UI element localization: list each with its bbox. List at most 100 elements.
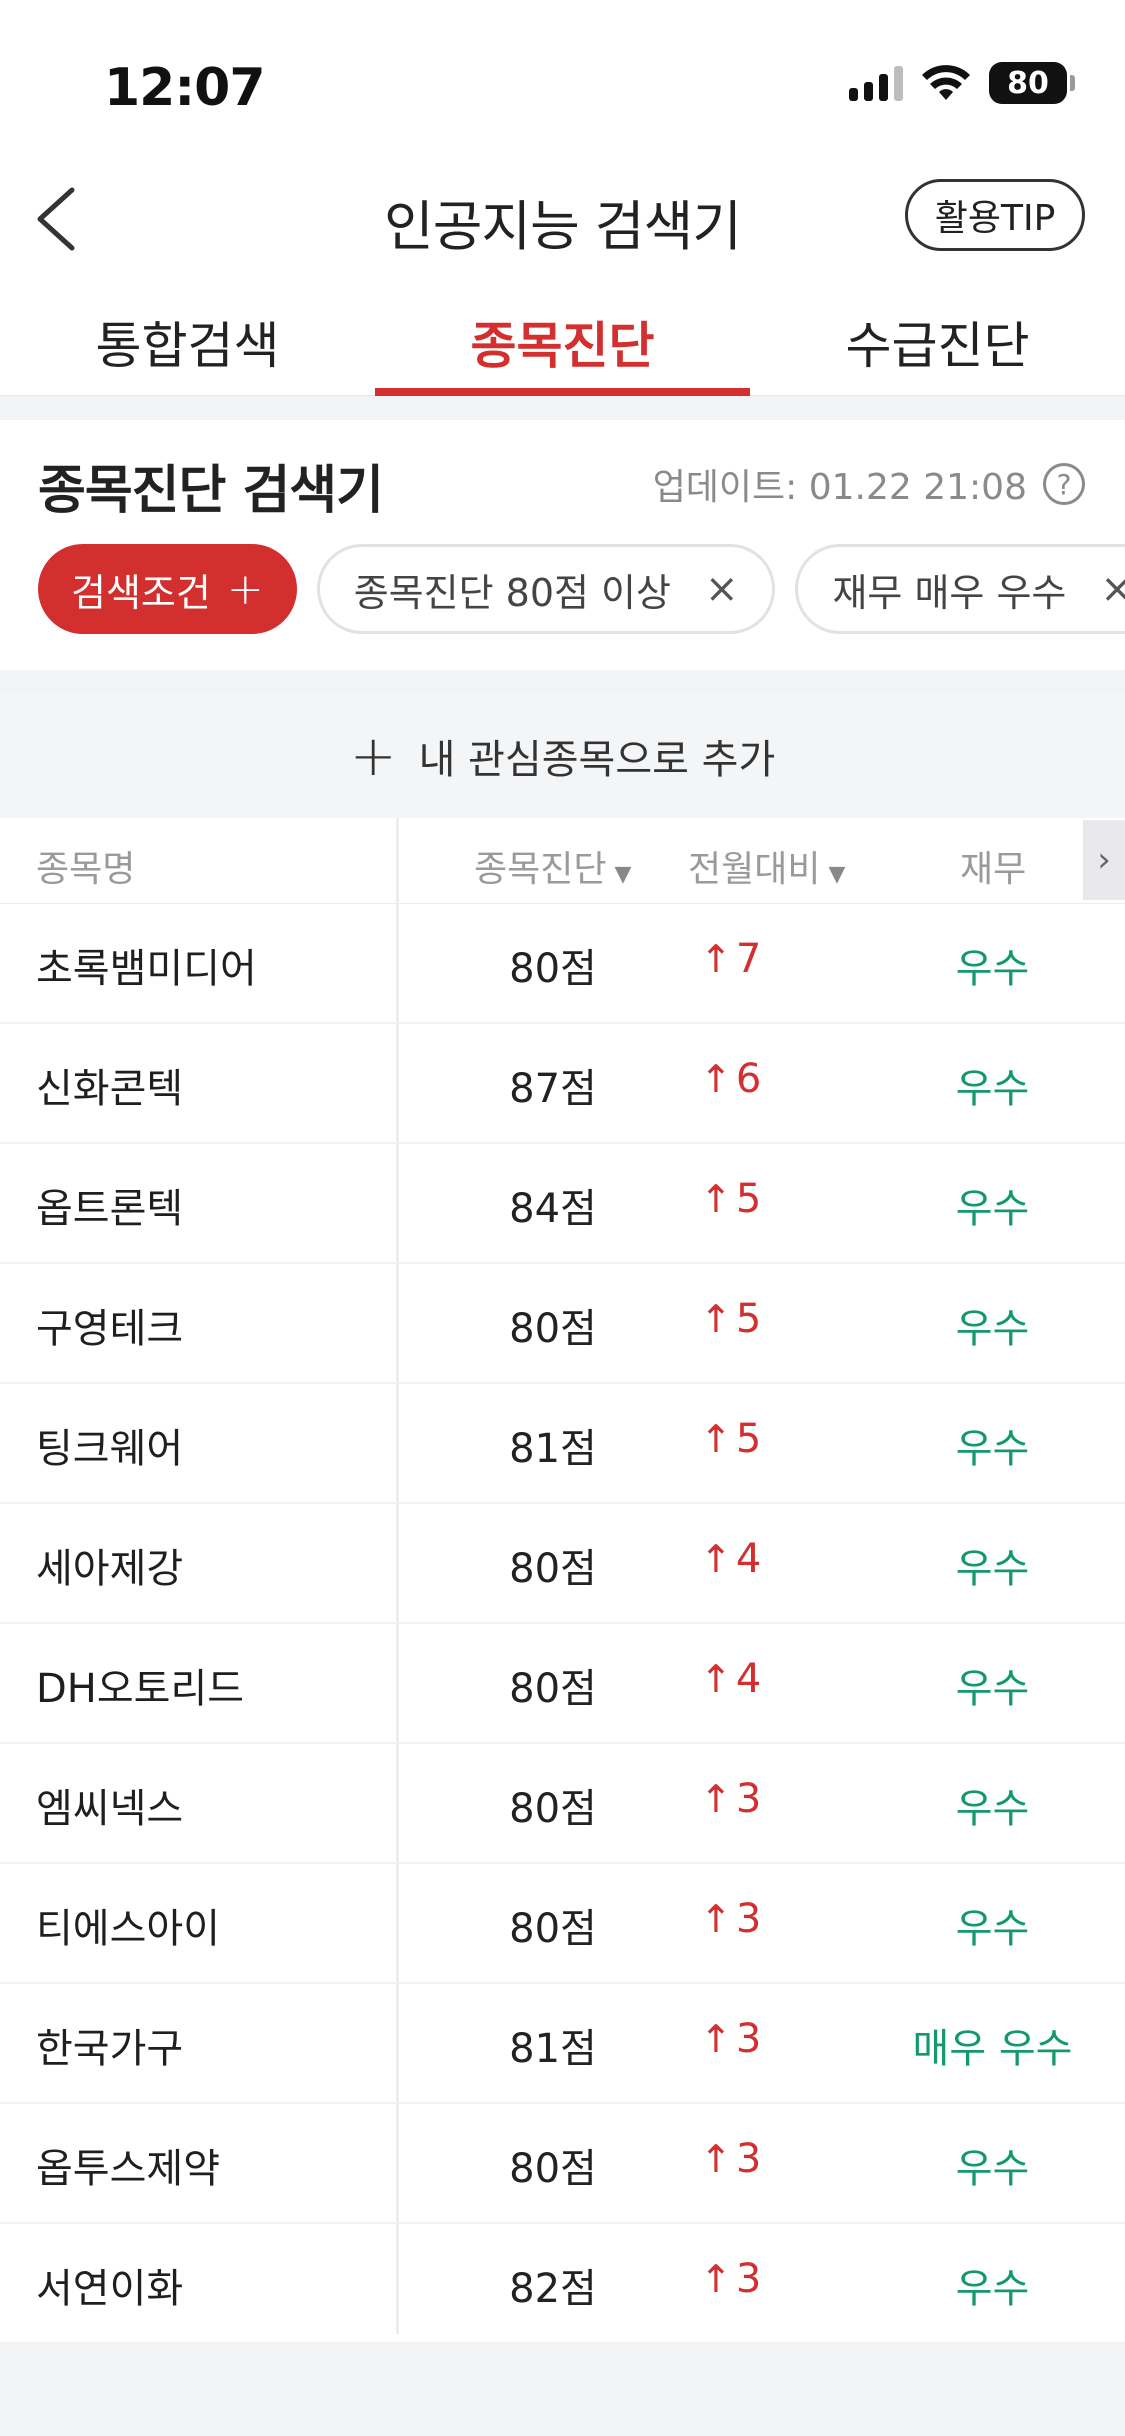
finance-rating: 우수 [955, 1306, 1030, 1352]
finance-rating: 우수 [955, 2266, 1030, 2312]
diagnosis-score: 81점 [509, 2026, 597, 2072]
finance-rating: 매우 우수 [912, 2026, 1073, 2072]
stock-name: 서연이화 [36, 2266, 184, 2312]
finance-rating: 우수 [955, 1546, 1030, 1592]
stock-name: 엠씨넥스 [36, 1786, 184, 1832]
active-tab-indicator [375, 388, 750, 396]
arrow-up-icon: ↑ [700, 2257, 732, 2301]
table-row[interactable]: 팅크웨어 81점 ↑ 5 우수 [0, 1384, 1125, 1504]
monthly-change-value: 3 [735, 2256, 762, 2302]
table-row[interactable]: 구영테크 80점 ↑ 5 우수 [0, 1264, 1125, 1384]
stock-name: 한국가구 [36, 2026, 184, 2072]
arrow-up-icon: ↑ [700, 1057, 732, 1101]
stock-name: 초록뱀미디어 [36, 946, 257, 992]
finance-rating: 우수 [955, 1426, 1030, 1472]
battery-level: 80 [1007, 65, 1049, 101]
arrow-up-icon: ↑ [700, 1177, 732, 1221]
finance-rating: 우수 [955, 1186, 1030, 1232]
monthly-change: ↑ 5 [700, 1296, 761, 1342]
filter-chip-finance[interactable]: 재무 매우 우수 × [795, 544, 1125, 634]
diagnosis-score: 81점 [509, 1426, 597, 1472]
table-row[interactable]: 초록뱀미디어 80점 ↑ 7 우수 [0, 904, 1125, 1024]
monthly-change: ↑ 3 [700, 1896, 761, 1942]
arrow-up-icon: ↑ [700, 2137, 732, 2181]
add-to-watchlist-button[interactable]: + 내 관심종목으로 추가 [0, 694, 1125, 818]
table-row[interactable]: DH오토리드 80점 ↑ 4 우수 [0, 1624, 1125, 1744]
stock-name: DH오토리드 [36, 1666, 245, 1712]
diagnosis-score: 80점 [509, 1666, 597, 1712]
table-row[interactable]: 옵트론텍 84점 ↑ 5 우수 [0, 1144, 1125, 1264]
finance-rating: 우수 [955, 1666, 1030, 1712]
finance-rating: 우수 [955, 1906, 1030, 1952]
arrow-up-icon: ↑ [700, 1777, 732, 1821]
filter-chips: 검색조건 + 종목진단 80점 이상 × 재무 매우 우수 × [38, 544, 1125, 634]
search-panel: 종목진단 검색기 업데이트: 01.22 21:08 ? 검색조건 + 종목진단… [0, 420, 1125, 670]
chip-label: 재무 매우 우수 [832, 570, 1067, 615]
chip-label: 검색조건 [71, 570, 211, 615]
diagnosis-score: 84점 [509, 1186, 597, 1232]
tab-integrated-search[interactable]: 통합검색 [0, 306, 375, 378]
monthly-change-value: 5 [735, 1176, 762, 1222]
finance-rating: 우수 [955, 2146, 1030, 2192]
monthly-change: ↑ 3 [700, 2016, 761, 2062]
diagnosis-score: 80점 [509, 946, 597, 992]
sort-down-icon: ▼ [828, 862, 846, 887]
monthly-change-value: 3 [735, 2136, 762, 2182]
table-body: 초록뱀미디어 80점 ↑ 7 우수 신화콘텍 87점 ↑ 6 우수 옵트론텍 84점 ↑ 5 우수 구영테크 8… [0, 904, 1125, 2344]
tab-supply-diagnosis[interactable]: 수급진단 [750, 306, 1125, 378]
header-change-label: 전월대비 [688, 849, 821, 890]
stock-name: 구영테크 [36, 1306, 184, 1352]
table-row[interactable]: 신화콘텍 87점 ↑ 6 우수 [0, 1024, 1125, 1144]
cellular-signal-icon [849, 65, 903, 101]
add-watchlist-label: 내 관심종목으로 추가 [418, 737, 776, 783]
diagnosis-score: 80점 [509, 2146, 597, 2192]
plus-icon: + [226, 563, 264, 615]
close-icon[interactable]: × [1100, 566, 1125, 612]
table-row[interactable]: 세아제강 80점 ↑ 4 우수 [0, 1504, 1125, 1624]
monthly-change-value: 5 [735, 1416, 762, 1462]
diagnosis-score: 80점 [509, 1546, 597, 1592]
header-name: 종목명 [36, 849, 136, 890]
diagnosis-score: 82점 [509, 2266, 597, 2312]
table-row[interactable]: 옵투스제약 80점 ↑ 3 우수 [0, 2104, 1125, 2224]
stock-name: 신화콘텍 [36, 1066, 184, 1112]
scroll-columns-button[interactable]: › [1083, 820, 1125, 900]
monthly-change-value: 4 [735, 1536, 762, 1582]
monthly-change: ↑ 3 [700, 1776, 761, 1822]
help-icon[interactable]: ? [1043, 463, 1085, 505]
filter-chip-score[interactable]: 종목진단 80점 이상 × [316, 544, 776, 634]
nav-bar: 인공지능 검색기 활용TIP [0, 160, 1125, 270]
finance-rating: 우수 [955, 1066, 1030, 1112]
header-score-sort[interactable]: 종목진단 ▼ [474, 840, 631, 892]
monthly-change: ↑ 4 [700, 1536, 761, 1582]
table-row[interactable]: 한국가구 81점 ↑ 3 매우 우수 [0, 1984, 1125, 2104]
monthly-change-value: 7 [735, 936, 762, 982]
close-icon[interactable]: × [705, 566, 739, 612]
stock-name: 티에스아이 [36, 1906, 220, 1952]
monthly-change: ↑ 5 [700, 1176, 761, 1222]
table-row[interactable]: 서연이화 82점 ↑ 3 우수 [0, 2224, 1125, 2344]
table-row[interactable]: 티에스아이 80점 ↑ 3 우수 [0, 1864, 1125, 1984]
arrow-up-icon: ↑ [700, 1537, 732, 1581]
plus-icon: + [349, 723, 397, 789]
wifi-icon [922, 65, 970, 100]
search-condition-button[interactable]: 검색조건 + [38, 544, 297, 634]
diagnosis-score: 87점 [509, 1066, 597, 1112]
arrow-up-icon: ↑ [700, 2017, 732, 2061]
finance-rating: 우수 [955, 1786, 1030, 1832]
sort-down-icon: ▼ [614, 862, 632, 887]
update-timestamp: 업데이트: 01.22 21:08 [652, 467, 1027, 508]
stock-name: 옵투스제약 [36, 2146, 220, 2192]
header-change-sort[interactable]: 전월대비 ▼ [688, 840, 845, 892]
monthly-change-value: 4 [735, 1656, 762, 1702]
monthly-change: ↑ 5 [700, 1416, 761, 1462]
monthly-change-value: 3 [735, 1776, 762, 1822]
battery-icon: 80 [989, 62, 1075, 104]
stock-name: 세아제강 [36, 1546, 184, 1592]
usage-tip-button[interactable]: 활용TIP [905, 179, 1085, 251]
table-header: 종목명 종목진단 ▼ 전월대비 ▼ 재무 › [0, 818, 1125, 904]
table-row[interactable]: 엠씨넥스 80점 ↑ 3 우수 [0, 1744, 1125, 1864]
tab-stock-diagnosis[interactable]: 종목진단 [375, 306, 750, 378]
stock-table: 종목명 종목진단 ▼ 전월대비 ▼ 재무 › 초록뱀미디어 80점 ↑ 7 우수 신화콘텍 87… [0, 818, 1125, 2344]
chip-label: 종목진단 80점 이상 [353, 570, 671, 615]
